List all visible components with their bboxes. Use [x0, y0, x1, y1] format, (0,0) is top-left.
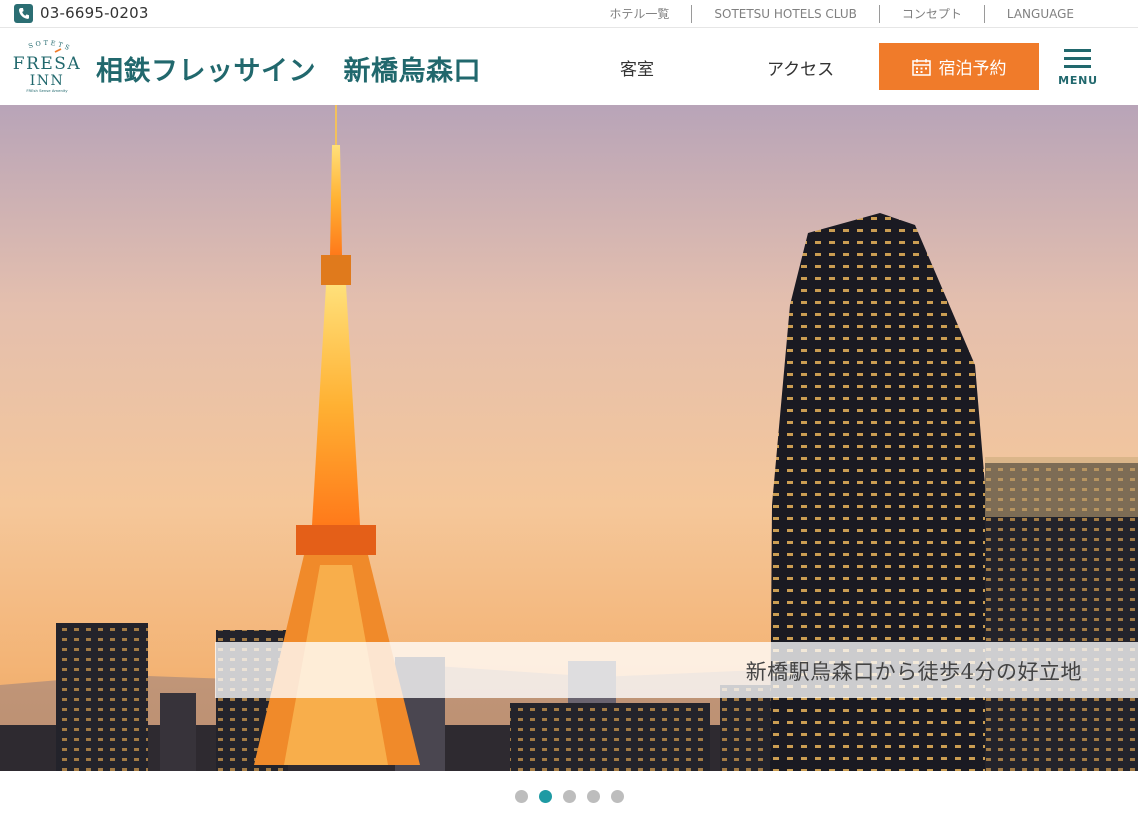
reserve-label: 宿泊予約: [938, 59, 1007, 79]
carousel-dot[interactable]: [514, 790, 528, 803]
svg-text:SOTETSU: SOTETSU: [8, 37, 73, 53]
menu-button[interactable]: MENU: [1058, 49, 1098, 89]
link-hotel-list[interactable]: ホテル一覧: [587, 5, 691, 23]
hotel-name[interactable]: 相鉄フレッサイン 新橋烏森口: [96, 49, 481, 88]
phone-number: 03-6695-0203: [40, 4, 149, 22]
carousel-dot[interactable]: [562, 790, 576, 803]
svg-text:FRESA: FRESA: [13, 54, 81, 74]
site-header: SOTETSU FRESA INN FREsh Sense Amenity 相鉄…: [0, 29, 1138, 105]
svg-text:INN: INN: [30, 73, 65, 89]
calendar-icon: [911, 58, 931, 76]
hero-caption-band: 新橋駅烏森口から徒歩4分の好立地: [215, 642, 1138, 698]
link-language[interactable]: LANGUAGE: [983, 5, 1138, 23]
phone-icon: [14, 3, 33, 23]
hero-slideshow[interactable]: 新橋駅烏森口から徒歩4分の好立地: [0, 105, 1138, 771]
reserve-button[interactable]: 宿泊予約: [879, 43, 1039, 90]
phone-contact[interactable]: 03-6695-0203: [14, 2, 149, 24]
fresa-inn-logo[interactable]: SOTETSU FRESA INN FREsh Sense Amenity: [8, 37, 86, 95]
menu-label: MENU: [1058, 74, 1098, 87]
utility-links: ホテル一覧 SOTETSU HOTELS CLUB コンセプト LANGUAGE: [587, 0, 1138, 28]
nav-access[interactable]: アクセス: [767, 55, 834, 80]
hero-caption: 新橋駅烏森口から徒歩4分の好立地: [745, 660, 1082, 684]
carousel-dot[interactable]: [610, 790, 624, 803]
carousel-dot[interactable]: [538, 790, 552, 803]
nav-rooms[interactable]: 客室: [620, 55, 654, 80]
carousel-pagination: [0, 790, 1138, 806]
link-sotetsu-hotels-club[interactable]: SOTETSU HOTELS CLUB: [691, 5, 879, 23]
utility-bar: 03-6695-0203 ホテル一覧 SOTETSU HOTELS CLUB コ…: [0, 0, 1138, 28]
svg-text:FREsh Sense Amenity: FREsh Sense Amenity: [26, 88, 68, 93]
link-concept[interactable]: コンセプト: [878, 5, 984, 23]
carousel-dot[interactable]: [586, 790, 600, 803]
